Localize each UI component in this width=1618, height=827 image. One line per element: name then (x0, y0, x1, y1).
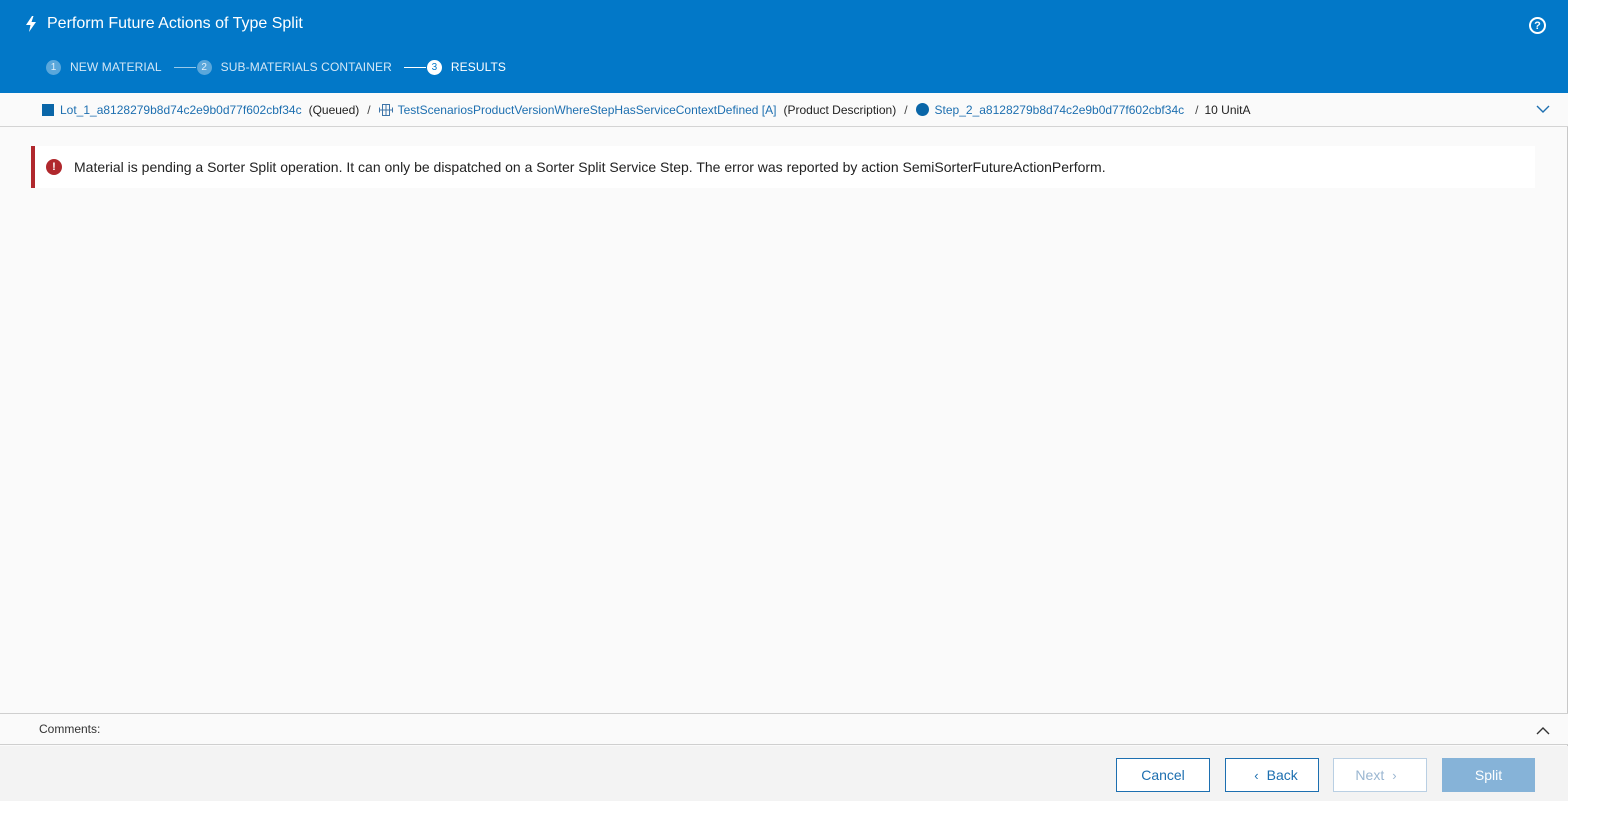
chevron-up-icon[interactable] (1536, 725, 1550, 735)
product-description: (Product Description) (783, 102, 897, 117)
step-results[interactable]: 3 RESULTS (426, 59, 507, 75)
error-text: Material is pending a Sorter Split opera… (74, 159, 1106, 175)
step-icon (915, 103, 929, 116)
step-label: SUB-MATERIALS CONTAINER (220, 60, 392, 74)
cancel-button[interactable]: Cancel (1116, 758, 1210, 792)
chevron-left-icon: ‹ (1254, 767, 1259, 783)
split-label: Split (1474, 767, 1503, 783)
title-row: Perform Future Actions of Type Split (23, 13, 303, 35)
step-link[interactable]: Step_2_a8128279b8d74c2e9b0d77f602cbf34c (935, 103, 1185, 117)
error-icon: ! (46, 159, 62, 175)
cancel-label: Cancel (1141, 767, 1185, 783)
step-new-material[interactable]: 1 NEW MATERIAL (46, 59, 162, 75)
wizard-footer: Cancel ‹ Back Next › Split (0, 746, 1568, 801)
breadcrumb-separator: / (367, 102, 371, 117)
breadcrumb-separator: / (1195, 102, 1199, 117)
back-button[interactable]: ‹ Back (1225, 758, 1319, 792)
bolt-icon (23, 15, 39, 33)
step-number: 1 (46, 59, 61, 75)
step-connector (173, 66, 196, 68)
wizard-title: Perform Future Actions of Type Split (47, 15, 303, 32)
chevron-down-icon[interactable] (1536, 103, 1550, 113)
next-button[interactable]: Next › (1333, 758, 1427, 792)
wizard-steps: 1 NEW MATERIAL 2 SUB-MATERIALS CONTAINER… (46, 59, 506, 75)
lot-state: (Queued) (308, 102, 360, 117)
split-button[interactable]: Split (1442, 758, 1535, 792)
step-number: 2 (196, 59, 212, 75)
wizard-header: Perform Future Actions of Type Split ? 1… (0, 0, 1568, 93)
step-label: NEW MATERIAL (70, 60, 162, 74)
back-label: Back (1266, 767, 1298, 783)
step-number: 3 (426, 59, 442, 75)
next-label: Next (1355, 767, 1385, 783)
breadcrumb-separator: / (904, 102, 908, 117)
product-link[interactable]: TestScenariosProductVersionWhereStepHasS… (398, 103, 777, 117)
quantity: 10 UnitA (1204, 102, 1251, 117)
step-connector (403, 66, 426, 68)
product-icon (378, 103, 393, 116)
chevron-right-icon: › (1392, 767, 1397, 783)
comments-section[interactable]: Comments: (0, 713, 1568, 745)
comments-label: Comments: (39, 722, 101, 736)
step-sub-materials-container[interactable]: 2 SUB-MATERIALS CONTAINER (196, 59, 392, 75)
error-message: ! Material is pending a Sorter Split ope… (31, 146, 1535, 188)
material-breadcrumb: Lot_1_a8128279b8d74c2e9b0d77f602cbf34c (… (0, 93, 1568, 127)
lot-icon (42, 103, 54, 116)
step-label: RESULTS (450, 60, 507, 74)
wizard-dialog: Perform Future Actions of Type Split ? 1… (0, 0, 1568, 801)
help-icon[interactable]: ? (1529, 17, 1546, 34)
lot-link[interactable]: Lot_1_a8128279b8d74c2e9b0d77f602cbf34c (60, 103, 302, 117)
